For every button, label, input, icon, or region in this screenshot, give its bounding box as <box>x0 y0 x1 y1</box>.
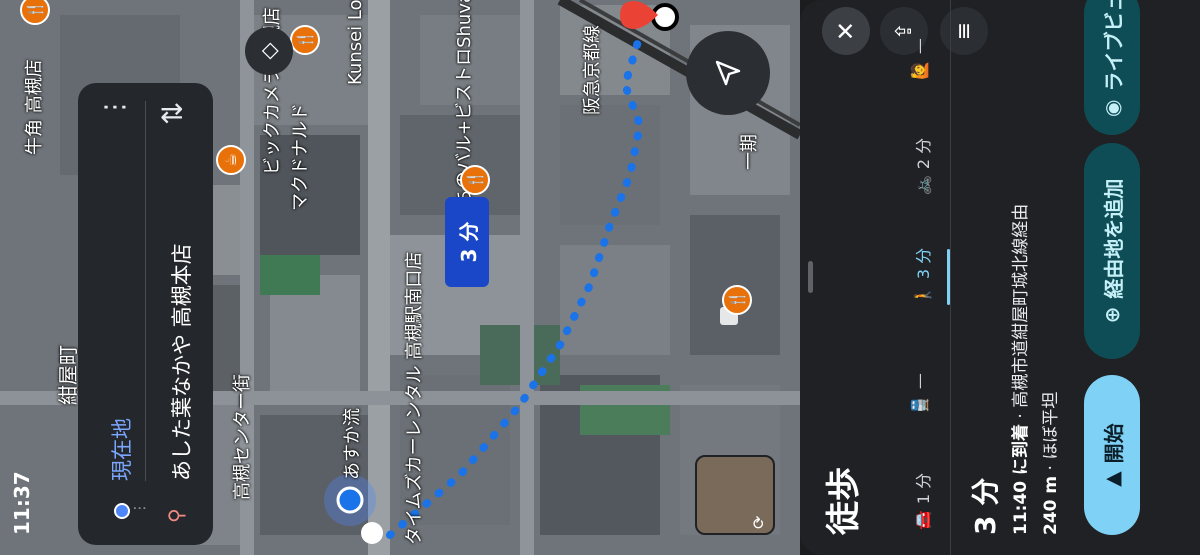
street-view-thumbnail[interactable]: ⟳ <box>695 455 775 535</box>
add-waypoint-button[interactable]: ⊕ 経由地を追加 <box>1084 143 1140 359</box>
poi-restaurant-icon[interactable]: 🍴 <box>460 165 490 195</box>
layers-icon: ◇ <box>256 42 282 60</box>
poi-cafe-icon[interactable]: ☕ <box>216 145 246 175</box>
start-button[interactable]: ▲ 開始 <box>1084 375 1140 535</box>
eta-duration: 3 分 <box>969 477 1002 535</box>
tune-icon: ≡ <box>951 21 977 41</box>
destination-pin-icon: ⚲ <box>164 508 188 523</box>
tab-transit[interactable]: 🚆 — <box>910 373 929 415</box>
tab-bike[interactable]: 🚲 2 分 <box>910 138 934 195</box>
map-label-center-street: 高槻センター街 <box>232 374 253 500</box>
distance-line: 240 m · ほぼ平坦 <box>1036 392 1061 535</box>
route-options-button[interactable]: ≡ <box>940 7 988 55</box>
transit-icon: 🚆 <box>910 395 929 415</box>
route-connector-icon: ⋮ <box>132 501 148 515</box>
live-view-label: ライブビュー <box>1101 0 1126 92</box>
map-label-ichigo: 一期 <box>739 134 760 170</box>
tab-divider <box>950 0 951 555</box>
tab-active-indicator <box>947 249 950 305</box>
tab-bike-label: 2 分 <box>914 137 933 170</box>
walk-icon: 🚶 <box>912 285 932 305</box>
add-waypoint-label: 経由地を追加 <box>1101 178 1126 299</box>
close-icon: ✕ <box>832 20 860 42</box>
travel-mode-title: 徒歩 <box>824 467 864 535</box>
swap-icon[interactable]: ⇅ <box>156 102 189 125</box>
origin-field[interactable]: 現在地 <box>106 121 136 481</box>
eta-arrival-line: 11:40 に到着 · 高槻市道紺屋町城北線経由 <box>1006 204 1031 535</box>
tab-car-label: 1 分 <box>914 472 933 505</box>
destination-field[interactable]: あした葉なかや 高槻本店 <box>166 121 196 481</box>
rotate-360-icon: ⟳ <box>749 515 768 529</box>
add-stop-icon: ⊕ <box>1100 306 1124 324</box>
map-label-rental: タイムズカーレンタル 高槻駅南口店 <box>404 251 425 545</box>
route-distance: 240 m <box>1041 475 1061 535</box>
tab-walk-label: 3 分 <box>914 247 933 280</box>
tab-car[interactable]: 🚘 1 分 <box>910 473 934 530</box>
navigation-arrow-icon <box>715 60 741 86</box>
more-vert-icon[interactable]: ⋮ <box>100 94 130 120</box>
map-label-kunsei: Kunsei Love <box>345 0 366 85</box>
map-label-hankyu: 阪急京都線 <box>582 25 603 115</box>
route-card: 現在地 ⋮ ⚲ あした葉なかや 高槻本店 ⋮ ⇅ <box>78 83 213 545</box>
arrival-time: 11:40 に到着 <box>1011 423 1031 535</box>
close-button[interactable]: ✕ <box>822 7 870 55</box>
bike-icon: 🚲 <box>912 175 932 195</box>
map-label-gyukaku: 牛角 高槻店 <box>24 59 45 155</box>
tab-walk[interactable]: 🚶 3 分 <box>910 248 934 305</box>
status-time: 11:37 <box>10 471 34 535</box>
map-label-konya: 紺屋町 <box>56 345 80 405</box>
map-label-mcdonalds: マクドナルド <box>290 103 311 211</box>
live-view-button[interactable]: ◉ ライブビュー <box>1084 0 1140 135</box>
route-via: · 高槻市道紺屋町城北線経由 <box>1011 203 1031 424</box>
screen: 紺屋町 高槻センター街 マクドナルド まちのバル+ビストロShuvaMoo Ku… <box>0 0 1200 555</box>
ride-icon: 🙋 <box>910 60 929 80</box>
map-label-asuryu: あすか流 <box>342 408 363 480</box>
navigation-icon: ▲ <box>1100 471 1124 487</box>
car-icon: 🚘 <box>912 510 932 530</box>
route-time-bubble: 3 分 <box>445 197 489 287</box>
poi-restaurant-icon[interactable]: 🍴 <box>722 285 752 315</box>
tab-ride-label: — <box>910 38 929 55</box>
tab-transit-label: — <box>910 373 929 390</box>
start-label: 開始 <box>1101 423 1126 464</box>
live-view-icon: ◉ <box>1100 99 1124 117</box>
sheet-drag-handle[interactable] <box>808 261 813 293</box>
origin-dot-icon <box>114 503 130 519</box>
terrain-note: · ほぼ平坦 <box>1041 391 1061 476</box>
recenter-button[interactable] <box>686 31 770 115</box>
poi-restaurant-icon[interactable]: 🍴 <box>290 25 320 55</box>
route-divider <box>145 101 146 481</box>
tab-ride[interactable]: 🙋 — <box>910 38 929 80</box>
layers-button[interactable]: ◇ <box>245 27 293 75</box>
